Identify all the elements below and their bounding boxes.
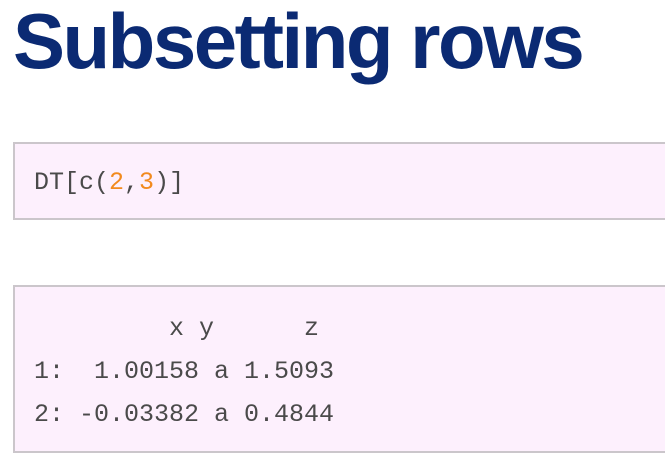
output-header: x y z — [34, 314, 320, 343]
code-text: , — [124, 168, 140, 197]
output-row: 2: -0.03382 a 0.4844 — [34, 400, 335, 429]
code-number: 3 — [139, 168, 155, 197]
slide-title: Subsetting rows — [13, 0, 585, 85]
output-row: 1: 1.00158 a 1.5093 — [34, 357, 335, 386]
code-block: DT[c(2,3)] — [13, 142, 665, 220]
output-block: x y z 1: 1.00158 a 1.5093 2: -0.03382 a 0.… — [13, 285, 665, 453]
code-text: DT[c( — [34, 168, 110, 197]
code-number: 2 — [109, 168, 125, 197]
code-text: )] — [154, 168, 185, 197]
